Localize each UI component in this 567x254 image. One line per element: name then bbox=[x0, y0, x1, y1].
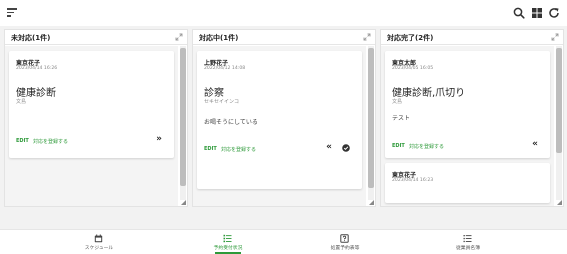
sort-menu-icon[interactable] bbox=[7, 8, 17, 18]
resize-handle-icon[interactable] bbox=[557, 200, 562, 205]
reservation-type: 健康診断,爪切り bbox=[392, 88, 466, 99]
expand-icon[interactable] bbox=[175, 33, 183, 41]
column-unhandled: 未対応(1件) 東京花子 2023/04/14 16:26 健康診断 文島 ED… bbox=[4, 29, 188, 207]
refresh-icon[interactable] bbox=[547, 6, 561, 20]
move-forward-icon[interactable]: » bbox=[156, 135, 162, 144]
help-box-icon bbox=[340, 234, 349, 243]
expand-icon[interactable] bbox=[551, 33, 559, 41]
register-response-link[interactable]: 対応を登録する bbox=[221, 146, 256, 153]
reservation-note: テスト bbox=[392, 115, 411, 122]
column-title: 未対応(1件) bbox=[11, 34, 51, 42]
nav-label: 処置予約表等 bbox=[330, 246, 360, 251]
column-completed: 対応完了(2件) 東京太郎 2023/04/05 16:05 健康診断,爪切り … bbox=[380, 29, 564, 207]
nav-label: 従業員名簿 bbox=[456, 246, 480, 251]
list-icon bbox=[463, 235, 472, 243]
list-check-icon bbox=[223, 234, 232, 243]
register-response-link[interactable]: 対応を登録する bbox=[409, 143, 444, 150]
scrollbar[interactable] bbox=[180, 46, 186, 200]
edit-link[interactable]: EDIT bbox=[16, 138, 29, 144]
column-header: 未対応(1件) bbox=[5, 30, 187, 45]
scrollbar-thumb[interactable] bbox=[556, 48, 562, 153]
card-list: 東京太郎 2023/04/05 16:05 健康診断,爪切り 文島 テスト ED… bbox=[381, 46, 554, 206]
nav-label: 予約受付状況 bbox=[213, 246, 243, 251]
reservation-date: 2022/04/12 14:08 bbox=[204, 66, 246, 71]
scrollbar-thumb[interactable] bbox=[368, 48, 374, 188]
pet-name: 文島 bbox=[16, 99, 27, 105]
reservation-type: 診察 bbox=[204, 88, 224, 99]
reservation-card[interactable]: 東京太郎 2023/04/05 16:05 健康診断,爪切り 文島 テスト ED… bbox=[385, 51, 550, 158]
calendar-icon bbox=[94, 234, 103, 243]
reservation-card[interactable]: 上野花子 2022/04/12 14:08 診察 セキセイインコ お喝そうにして… bbox=[197, 51, 362, 189]
top-app-bar bbox=[0, 0, 567, 26]
edit-link[interactable]: EDIT bbox=[392, 143, 405, 149]
bottom-navigation: スケジュール 予約受付状況 処置予約表等 従業員名簿 bbox=[0, 229, 567, 254]
column-in-progress: 対応中(1件) 上野花子 2022/04/12 14:08 診察 セキセイインコ… bbox=[192, 29, 376, 207]
nav-schedule[interactable]: スケジュール bbox=[44, 230, 154, 254]
register-response-link[interactable]: 対応を登録する bbox=[33, 138, 68, 145]
pet-name: 文島 bbox=[392, 99, 403, 105]
column-header: 対応中(1件) bbox=[193, 30, 375, 45]
reservation-type: 健康診断 bbox=[16, 88, 56, 99]
nav-treatment[interactable]: 処置予約表等 bbox=[290, 230, 400, 254]
edit-link[interactable]: EDIT bbox=[204, 146, 217, 152]
search-icon[interactable] bbox=[512, 6, 526, 20]
expand-icon[interactable] bbox=[363, 33, 371, 41]
resize-handle-icon[interactable] bbox=[181, 200, 186, 205]
reservation-note: お喝そうにしている bbox=[204, 119, 258, 126]
reservation-date: 2023/04/05 16:05 bbox=[392, 66, 434, 71]
column-header: 対応完了(2件) bbox=[381, 30, 563, 45]
scrollbar[interactable] bbox=[556, 46, 562, 200]
column-title: 対応完了(2件) bbox=[387, 34, 434, 42]
column-title: 対応中(1件) bbox=[199, 34, 239, 42]
complete-check-icon[interactable] bbox=[342, 144, 350, 152]
card-list: 東京花子 2023/04/14 16:26 健康診断 文島 EDIT 対応を登録… bbox=[5, 46, 178, 206]
grid-icon[interactable] bbox=[530, 6, 544, 20]
nav-employees[interactable]: 従業員名簿 bbox=[413, 230, 523, 254]
resize-handle-icon[interactable] bbox=[369, 200, 374, 205]
move-back-icon[interactable]: « bbox=[532, 140, 538, 149]
reservation-card[interactable]: 東京花子 2023/04/14 16:26 健康診断 文島 EDIT 対応を登録… bbox=[9, 51, 174, 158]
reservation-date: 2023/04/14 16:26 bbox=[16, 66, 58, 71]
scrollbar-thumb[interactable] bbox=[180, 48, 186, 186]
pet-name: セキセイインコ bbox=[204, 99, 240, 105]
nav-reservation-status[interactable]: 予約受付状況 bbox=[173, 230, 283, 254]
reservation-date: 2023/04/14 16:23 bbox=[392, 178, 434, 183]
card-list: 上野花子 2022/04/12 14:08 診察 セキセイインコ お喝そうにして… bbox=[193, 46, 366, 206]
reservation-card[interactable]: 東京花子 2023/04/14 16:23 bbox=[385, 163, 550, 203]
scrollbar[interactable] bbox=[368, 46, 374, 200]
move-back-icon[interactable]: « bbox=[326, 143, 332, 152]
nav-label: スケジュール bbox=[84, 246, 114, 251]
